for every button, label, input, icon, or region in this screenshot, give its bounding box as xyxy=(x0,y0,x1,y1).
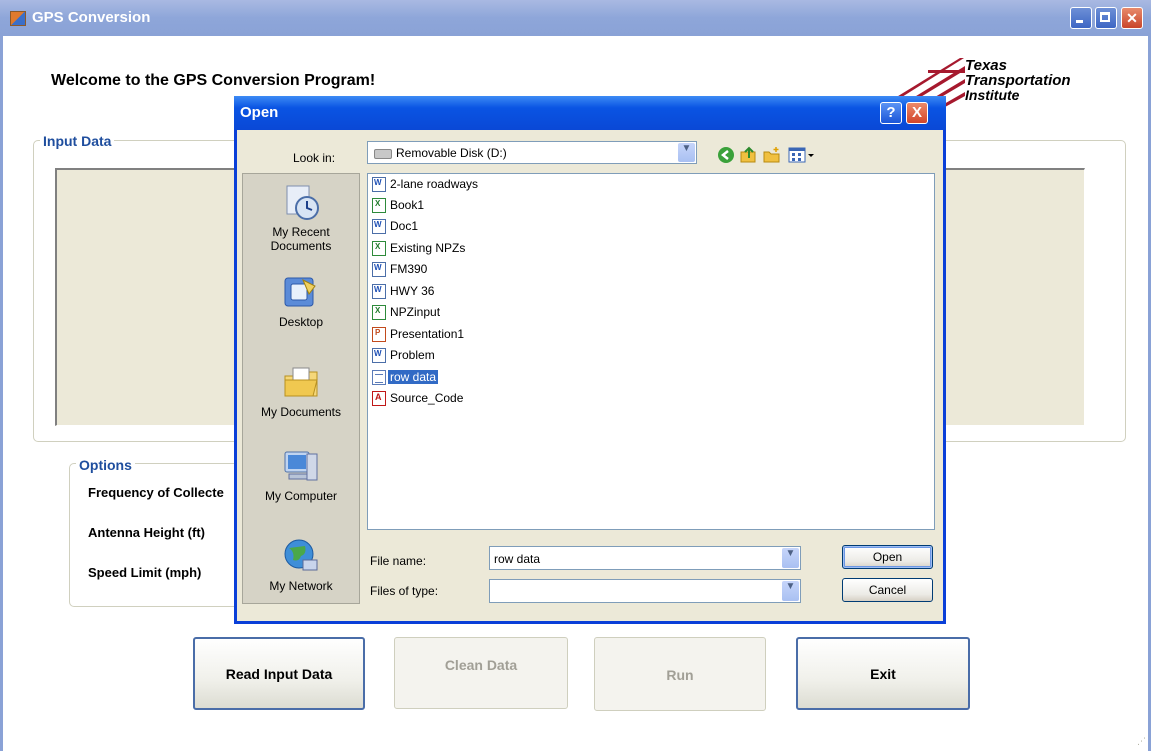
list-item[interactable]: NPZinput xyxy=(372,305,442,324)
chevron-down-icon[interactable]: ▼ xyxy=(782,581,799,601)
open-dialog-title: Open xyxy=(240,104,279,121)
help-button[interactable]: ? xyxy=(880,102,902,124)
place-label-desktop: Desktop xyxy=(278,315,324,329)
pdf-file-icon xyxy=(372,391,386,407)
place-label-my-computer: My Computer xyxy=(264,489,338,503)
tti-logo-text: Texas Transportation Institute xyxy=(965,58,1071,103)
word-doc-icon xyxy=(372,219,386,235)
logo-line-3: Institute xyxy=(965,87,1020,103)
places-bar: My Recent Documents Desktop My Documents xyxy=(242,173,360,604)
my-network-icon xyxy=(284,539,318,571)
powerpoint-doc-icon xyxy=(372,327,386,343)
logo-line-1: Texas xyxy=(965,57,1007,74)
list-item[interactable]: Problem xyxy=(372,348,437,367)
place-desktop[interactable]: Desktop xyxy=(243,272,359,329)
list-item[interactable]: 2-lane roadways xyxy=(372,177,480,196)
maximize-button[interactable] xyxy=(1095,7,1117,29)
place-my-recent-documents[interactable]: My Recent Documents xyxy=(243,182,359,253)
file-list[interactable]: 2-lane roadways Book1 Doc1 Existing NPZs… xyxy=(367,173,935,530)
text-file-icon xyxy=(372,370,386,386)
look-in-value: Removable Disk (D:) xyxy=(396,146,507,160)
file-name-label: File name: xyxy=(370,554,427,568)
excel-doc-icon xyxy=(372,198,386,214)
list-item[interactable]: Book1 xyxy=(372,198,426,217)
new-folder-icon[interactable] xyxy=(763,146,781,164)
file-type-select[interactable]: ▼ xyxy=(489,579,801,603)
open-dialog: Open ? X Look in: Removable Disk (D:) ▼ … xyxy=(234,96,946,624)
list-item[interactable]: Presentation1 xyxy=(372,327,466,346)
main-titlebar[interactable]: GPS Conversion ✕ xyxy=(0,0,1151,36)
welcome-heading: Welcome to the GPS Conversion Program! xyxy=(51,72,376,89)
word-doc-icon xyxy=(372,177,386,193)
list-item[interactable]: HWY 36 xyxy=(372,284,436,303)
minimize-icon xyxy=(1071,8,1091,28)
my-computer-icon xyxy=(284,451,318,481)
frequency-label: Frequency of Collecte xyxy=(88,485,224,500)
place-my-network[interactable]: My Network xyxy=(243,536,359,593)
run-button[interactable]: Run xyxy=(594,637,766,711)
cancel-button[interactable]: Cancel xyxy=(842,578,933,602)
open-dialog-titlebar[interactable]: Open ? X xyxy=(234,96,946,130)
chevron-down-icon[interactable]: ▼ xyxy=(678,143,695,162)
list-item-selected[interactable]: row data xyxy=(372,370,439,389)
read-input-data-label: Read Input Data xyxy=(225,666,333,682)
place-my-documents[interactable]: My Documents xyxy=(243,362,359,419)
look-in-combo[interactable]: Removable Disk (D:) ▼ xyxy=(367,141,697,164)
my-documents-icon xyxy=(284,367,318,397)
file-type-label: Files of type: xyxy=(370,584,439,598)
list-item[interactable]: Existing NPZs xyxy=(372,241,467,260)
word-doc-icon xyxy=(372,262,386,278)
place-label-my-network: My Network xyxy=(269,579,333,593)
speed-limit-label: Speed Limit (mph) xyxy=(88,565,202,580)
exit-button[interactable]: Exit xyxy=(796,637,970,710)
excel-doc-icon xyxy=(372,241,386,257)
word-doc-icon xyxy=(372,348,386,364)
views-menu-icon[interactable] xyxy=(788,146,816,164)
read-input-data-button[interactable]: Read Input Data xyxy=(193,637,365,710)
word-doc-icon xyxy=(372,284,386,300)
list-item[interactable]: FM390 xyxy=(372,262,429,281)
recent-documents-icon xyxy=(286,185,319,220)
list-item[interactable]: Doc1 xyxy=(372,219,420,238)
open-button[interactable]: Open xyxy=(842,545,933,569)
exit-label: Exit xyxy=(870,666,896,682)
logo-line-2: Transportation xyxy=(965,72,1071,89)
antenna-height-label: Antenna Height (ft) xyxy=(88,525,205,540)
place-label-my-documents: My Documents xyxy=(260,405,342,419)
place-label-recent-1: My Recent xyxy=(272,225,330,239)
clean-data-button[interactable]: Clean Data xyxy=(394,637,568,709)
up-folder-icon[interactable] xyxy=(740,146,758,164)
list-item[interactable]: Source_Code xyxy=(372,391,465,410)
place-label-recent-2: Documents xyxy=(270,239,332,253)
back-icon[interactable] xyxy=(717,146,735,164)
look-in-label: Look in: xyxy=(293,151,336,165)
close-icon: ✕ xyxy=(1126,10,1138,26)
window-border-left xyxy=(0,36,3,751)
file-name-input[interactable]: row data ▼ xyxy=(489,546,801,570)
maximize-icon xyxy=(1096,8,1116,28)
clean-data-label: Clean Data xyxy=(444,657,518,673)
place-my-computer[interactable]: My Computer xyxy=(243,446,359,503)
chevron-down-icon[interactable]: ▼ xyxy=(782,548,799,568)
options-group-title: Options xyxy=(76,457,135,473)
desktop-icon xyxy=(284,277,316,307)
dialog-close-button[interactable]: X xyxy=(906,102,928,124)
minimize-button[interactable] xyxy=(1070,7,1092,29)
run-label: Run xyxy=(666,667,694,683)
file-name-value: row data xyxy=(494,552,541,566)
removable-disk-icon xyxy=(374,149,392,159)
close-button[interactable]: ✕ xyxy=(1121,7,1143,29)
resize-grip-icon[interactable]: ⋰ xyxy=(1137,737,1147,747)
excel-doc-icon xyxy=(372,305,386,321)
app-icon xyxy=(10,11,26,26)
window-title: GPS Conversion xyxy=(32,9,151,26)
input-data-group-title: Input Data xyxy=(40,133,115,149)
